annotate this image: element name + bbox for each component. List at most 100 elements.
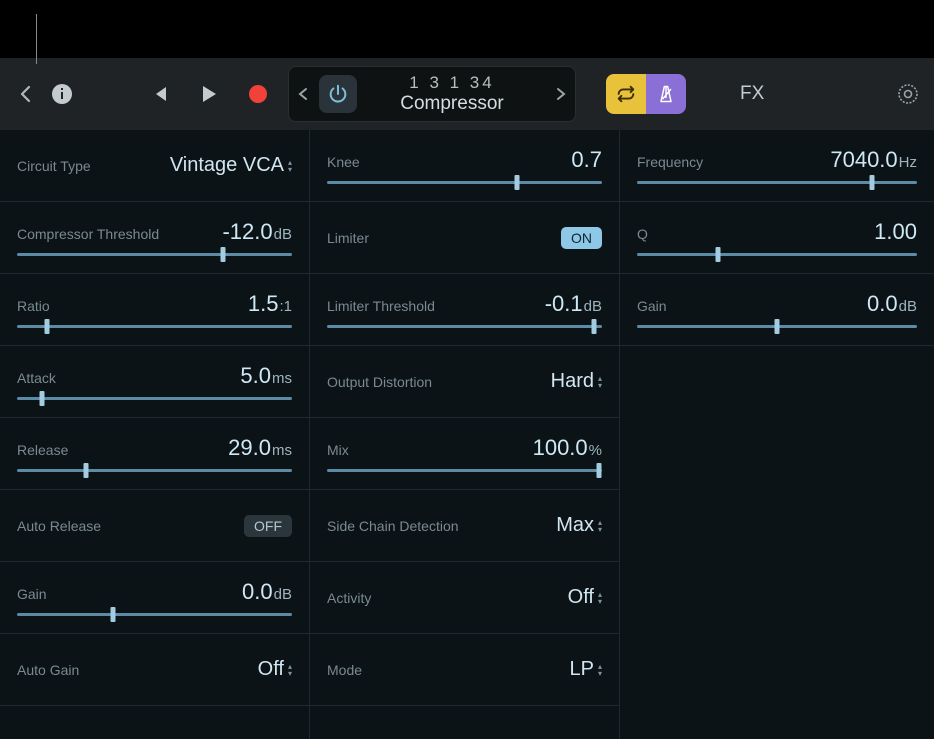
limiter-label: Limiter — [327, 230, 369, 246]
circuit-type-row[interactable]: Circuit Type Vintage VCA ▴▾ — [0, 130, 310, 202]
gain3-slider[interactable] — [637, 325, 917, 328]
frequency-slider[interactable] — [637, 181, 917, 184]
back-button[interactable] — [14, 82, 38, 106]
chevron-left-icon — [14, 82, 38, 106]
skip-back-icon — [146, 82, 170, 106]
limiter-threshold-value: -0.1dB — [545, 291, 602, 317]
activity-label: Activity — [327, 590, 371, 606]
frequency-label: Frequency — [637, 154, 703, 170]
mode-row[interactable]: Mode LP▴▾ — [310, 634, 620, 706]
ratio-value: 1.5:1 — [248, 291, 292, 317]
ratio-row[interactable]: Ratio 1.5:1 — [0, 274, 310, 346]
ratio-slider[interactable] — [17, 325, 292, 328]
play-icon — [196, 82, 220, 106]
knee-row[interactable]: Knee 0.7 — [310, 130, 620, 202]
side-chain-row[interactable]: Side Chain Detection Max▴▾ — [310, 490, 620, 562]
q-row[interactable]: Q 1.00 — [620, 202, 934, 274]
updown-icon: ▴▾ — [598, 375, 602, 389]
gain1-row[interactable]: Gain 0.0dB — [0, 562, 310, 634]
chevron-left-icon — [297, 87, 309, 101]
limiter-threshold-slider[interactable] — [327, 325, 602, 328]
auto-release-row[interactable]: Auto Release OFF — [0, 490, 310, 562]
output-distortion-label: Output Distortion — [327, 374, 432, 390]
limiter-threshold-label: Limiter Threshold — [327, 298, 435, 314]
output-distortion-row[interactable]: Output Distortion Hard▴▾ — [310, 346, 620, 418]
gear-icon — [896, 82, 920, 106]
auto-gain-row[interactable]: Auto Gain Off▴▾ — [0, 634, 310, 706]
metronome-toggle[interactable] — [646, 74, 686, 114]
mode-value: LP▴▾ — [570, 658, 602, 681]
release-slider[interactable] — [17, 469, 292, 472]
preset-numbers: 1 3 1 34 — [409, 73, 494, 93]
auto-release-label: Auto Release — [17, 518, 101, 534]
compressor-threshold-row[interactable]: Compressor Threshold -12.0dB — [0, 202, 310, 274]
mix-value: 100.0% — [533, 435, 602, 461]
side-chain-label: Side Chain Detection — [327, 518, 459, 534]
gain3-label: Gain — [637, 298, 667, 314]
gain1-label: Gain — [17, 586, 47, 602]
mode-label: Mode — [327, 662, 362, 678]
updown-icon: ▴▾ — [598, 663, 602, 677]
auto-release-toggle[interactable]: OFF — [244, 515, 292, 537]
compressor-threshold-slider[interactable] — [17, 253, 292, 256]
settings-button[interactable] — [896, 82, 920, 106]
limiter-threshold-row[interactable]: Limiter Threshold -0.1dB — [310, 274, 620, 346]
limiter-toggle[interactable]: ON — [561, 227, 602, 249]
q-value: 1.00 — [874, 219, 917, 245]
chevron-right-icon — [555, 87, 567, 101]
metronome-icon — [656, 84, 676, 104]
rewind-button[interactable] — [146, 82, 170, 106]
knee-slider[interactable] — [327, 181, 602, 184]
q-slider[interactable] — [637, 253, 917, 256]
q-label: Q — [637, 226, 648, 242]
compressor-threshold-value: -12.0dB — [222, 219, 292, 245]
record-icon — [246, 82, 270, 106]
output-distortion-value: Hard▴▾ — [551, 370, 602, 393]
circuit-type-value: Vintage VCA ▴▾ — [170, 154, 292, 177]
info-icon — [50, 82, 74, 106]
info-button[interactable] — [50, 82, 74, 106]
power-icon — [327, 83, 349, 105]
compressor-threshold-label: Compressor Threshold — [17, 226, 159, 242]
preset-power-button[interactable] — [319, 75, 357, 113]
frequency-value: 7040.0Hz — [830, 147, 917, 173]
knee-value: 0.7 — [571, 147, 602, 173]
attack-slider[interactable] — [17, 397, 292, 400]
toolbar: 1 3 1 34 Compressor FX — [0, 58, 934, 130]
updown-icon: ▴▾ — [288, 663, 292, 677]
mix-label: Mix — [327, 442, 349, 458]
updown-icon: ▴▾ — [288, 159, 292, 173]
updown-icon: ▴▾ — [598, 591, 602, 605]
preset-name: Compressor — [400, 93, 503, 115]
limiter-row[interactable]: Limiter ON — [310, 202, 620, 274]
attack-row[interactable]: Attack 5.0ms — [0, 346, 310, 418]
record-button[interactable] — [246, 82, 270, 106]
fx-label[interactable]: FX — [740, 83, 764, 105]
preset-selector[interactable]: 1 3 1 34 Compressor — [288, 66, 576, 122]
mix-row[interactable]: Mix 100.0% — [310, 418, 620, 490]
play-button[interactable] — [196, 82, 220, 106]
loop-toggle[interactable] — [606, 74, 646, 114]
gain1-value: 0.0dB — [242, 579, 292, 605]
release-label: Release — [17, 442, 68, 458]
loop-icon — [615, 83, 637, 105]
gain3-value: 0.0dB — [867, 291, 917, 317]
preset-prev[interactable] — [289, 87, 317, 101]
release-row[interactable]: Release 29.0ms — [0, 418, 310, 490]
mix-slider[interactable] — [327, 469, 602, 472]
knee-label: Knee — [327, 154, 360, 170]
activity-row[interactable]: Activity Off▴▾ — [310, 562, 620, 634]
gain3-row[interactable]: Gain 0.0dB — [620, 274, 934, 346]
preset-next[interactable] — [547, 87, 575, 101]
auto-gain-value: Off▴▾ — [258, 658, 292, 681]
attack-value: 5.0ms — [240, 363, 292, 389]
frequency-row[interactable]: Frequency 7040.0Hz — [620, 130, 934, 202]
updown-icon: ▴▾ — [598, 519, 602, 533]
parameter-panel: Circuit Type Vintage VCA ▴▾ Compressor T… — [0, 130, 934, 739]
attack-label: Attack — [17, 370, 56, 386]
activity-value: Off▴▾ — [568, 586, 602, 609]
ratio-label: Ratio — [17, 298, 50, 314]
side-chain-value: Max▴▾ — [556, 514, 602, 537]
gain1-slider[interactable] — [17, 613, 292, 616]
mode-toggle-group — [606, 74, 686, 114]
